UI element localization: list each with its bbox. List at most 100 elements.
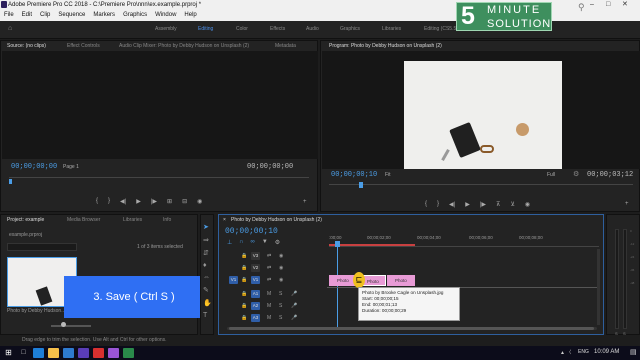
lift-icon[interactable]: ⊼ <box>496 201 500 208</box>
time-ruler[interactable]: :00;00 00;00;02;00 00;00;04;00 00;00;06;… <box>329 233 599 247</box>
lock-icon[interactable]: 🔒 <box>241 253 247 259</box>
step-forward-icon[interactable]: |▶ <box>151 198 157 205</box>
eye-icon[interactable]: ◉ <box>279 253 283 259</box>
sync-lock-icon[interactable]: ⇄ <box>267 265 271 271</box>
prog-play-icon[interactable]: ▶ <box>465 201 470 208</box>
menu-edit[interactable]: Edit <box>22 10 32 21</box>
menu-sequence[interactable]: Sequence <box>58 10 85 21</box>
tab-source[interactable]: Source: (no clips) <box>7 41 46 51</box>
solo-icon[interactable]: S <box>279 315 282 321</box>
mark-in-icon[interactable]: { <box>96 198 98 205</box>
workspace-effects[interactable]: Effects <box>270 26 285 32</box>
notification-icon[interactable]: ▤ <box>630 348 637 356</box>
zoom-slider[interactable] <box>51 325 91 327</box>
app-icon-2[interactable] <box>123 348 134 358</box>
solo-icon[interactable]: S <box>279 291 282 297</box>
tab-media-browser[interactable]: Media Browser <box>67 215 100 225</box>
prog-mark-in-icon[interactable]: { <box>425 201 427 208</box>
eye-icon[interactable]: ◉ <box>279 265 283 271</box>
mute-icon[interactable]: M <box>267 291 271 297</box>
lock-icon[interactable]: 🔒 <box>241 265 247 271</box>
close-sequence-icon[interactable]: × <box>223 215 226 225</box>
workspace-libraries[interactable]: Libraries <box>382 26 401 32</box>
tab-project[interactable]: Project: example <box>7 215 44 225</box>
page-dropdown[interactable]: Page 1 <box>63 164 79 170</box>
menu-graphics[interactable]: Graphics <box>123 10 147 21</box>
add-button-icon[interactable]: + <box>303 199 307 205</box>
minimize-icon[interactable]: – <box>590 0 594 10</box>
project-search-input[interactable] <box>7 243 77 251</box>
prog-step-forward-icon[interactable]: |▶ <box>480 201 486 208</box>
task-view-icon[interactable]: □ <box>18 348 29 358</box>
lock-icon[interactable]: 🔒 <box>241 315 247 321</box>
prog-step-back-icon[interactable]: ◀| <box>449 201 455 208</box>
mark-out-icon[interactable]: } <box>108 198 110 205</box>
menu-window[interactable]: Window <box>155 10 176 21</box>
prog-export-frame-icon[interactable]: ◉ <box>525 201 530 208</box>
track-select-tool-icon[interactable]: ⇒ <box>203 236 212 244</box>
workspace-audio[interactable]: Audio <box>306 26 319 32</box>
quality-dropdown[interactable]: Full <box>547 172 555 178</box>
hand-tool-icon[interactable]: ✋ <box>203 299 212 307</box>
track-label-v2[interactable]: V2 <box>251 264 260 272</box>
mic-icon[interactable]: 🎤 <box>291 315 297 321</box>
mic-icon[interactable]: 🎤 <box>291 291 297 297</box>
tab-info[interactable]: Info <box>163 215 171 225</box>
eye-icon[interactable]: ◉ <box>279 277 283 283</box>
clip-v1-3[interactable]: Photo <box>387 275 415 286</box>
tab-metadata[interactable]: Metadata <box>275 41 296 51</box>
program-playhead[interactable] <box>359 182 363 188</box>
razor-tool-icon[interactable]: ♦ <box>203 262 212 269</box>
file-explorer-icon[interactable] <box>48 348 59 358</box>
source-timecode-current[interactable]: 00;00;00;00 <box>11 163 57 171</box>
menu-help[interactable]: Help <box>184 10 196 21</box>
prog-add-button-icon[interactable]: + <box>625 201 629 207</box>
windows-start-icon[interactable]: ⊞ <box>3 348 14 358</box>
workspace-graphics[interactable]: Graphics <box>340 26 360 32</box>
lock-icon[interactable]: 🔒 <box>241 277 247 283</box>
source-patch-v1[interactable]: V1 <box>229 276 238 284</box>
selection-tool-icon[interactable]: ➤ <box>203 223 212 231</box>
timeline-vertical-scrollbar[interactable] <box>597 249 600 325</box>
solo-icon[interactable]: S <box>279 303 282 309</box>
home-icon[interactable]: ⌂ <box>8 25 12 32</box>
mute-icon[interactable]: M <box>267 315 271 321</box>
type-tool-icon[interactable]: T <box>203 312 212 319</box>
edge-browser-icon[interactable] <box>33 348 44 358</box>
ripple-edit-tool-icon[interactable]: ⇵ <box>203 249 212 257</box>
fit-dropdown[interactable]: Fit <box>385 172 391 178</box>
add-marker-icon[interactable]: ▼ <box>262 239 268 246</box>
track-label-v1[interactable]: V1 <box>251 276 260 284</box>
track-label-a1[interactable]: A1 <box>251 290 260 298</box>
lock-icon[interactable]: 🔒 <box>241 303 247 309</box>
tab-program[interactable]: Program: Photo by Debby Hudson on Unspla… <box>329 41 442 51</box>
prog-mark-out-icon[interactable]: } <box>437 201 439 208</box>
snap-icon[interactable]: ∩ <box>239 239 243 246</box>
pen-tool-icon[interactable]: ✎ <box>203 286 212 294</box>
sync-lock-icon[interactable]: ⇄ <box>267 277 271 283</box>
taskbar-clock[interactable]: 10:09 AM <box>594 349 619 355</box>
zoom-slider-handle[interactable] <box>61 322 66 327</box>
insert-icon[interactable]: ⊞ <box>167 198 172 205</box>
menu-clip[interactable]: Clip <box>40 10 50 21</box>
step-back-icon[interactable]: ◀| <box>120 198 126 205</box>
mute-icon[interactable]: M <box>267 303 271 309</box>
mic-icon[interactable]: 🎤 <box>291 303 297 309</box>
track-label-a2[interactable]: A2 <box>251 302 260 310</box>
source-playhead[interactable] <box>9 179 12 184</box>
workspace-assembly[interactable]: Assembly <box>155 26 177 32</box>
source-scrubber[interactable] <box>9 177 309 178</box>
timeline-scrollbar-thumb[interactable] <box>229 327 594 330</box>
workspace-editing-cs55[interactable]: Editing (CS5.5) <box>424 26 458 32</box>
track-label-a3[interactable]: A3 <box>251 314 260 322</box>
search-icon[interactable]: ⚲ <box>578 2 585 13</box>
store-icon[interactable] <box>63 348 74 358</box>
timeline-settings-icon[interactable]: ⚙ <box>275 239 280 246</box>
menu-file[interactable]: File <box>4 10 14 21</box>
language-indicator[interactable]: ENG <box>578 349 589 355</box>
tab-libraries[interactable]: Libraries <box>123 215 142 225</box>
tab-sequence[interactable]: Photo by Debby Hudson on Unsplash (2) <box>231 215 322 225</box>
close-icon[interactable]: ✕ <box>622 0 628 10</box>
track-label-v3[interactable]: V3 <box>251 252 260 260</box>
tab-audio-clip-mixer[interactable]: Audio Clip Mixer: Photo by Debby Hudson … <box>119 41 249 51</box>
